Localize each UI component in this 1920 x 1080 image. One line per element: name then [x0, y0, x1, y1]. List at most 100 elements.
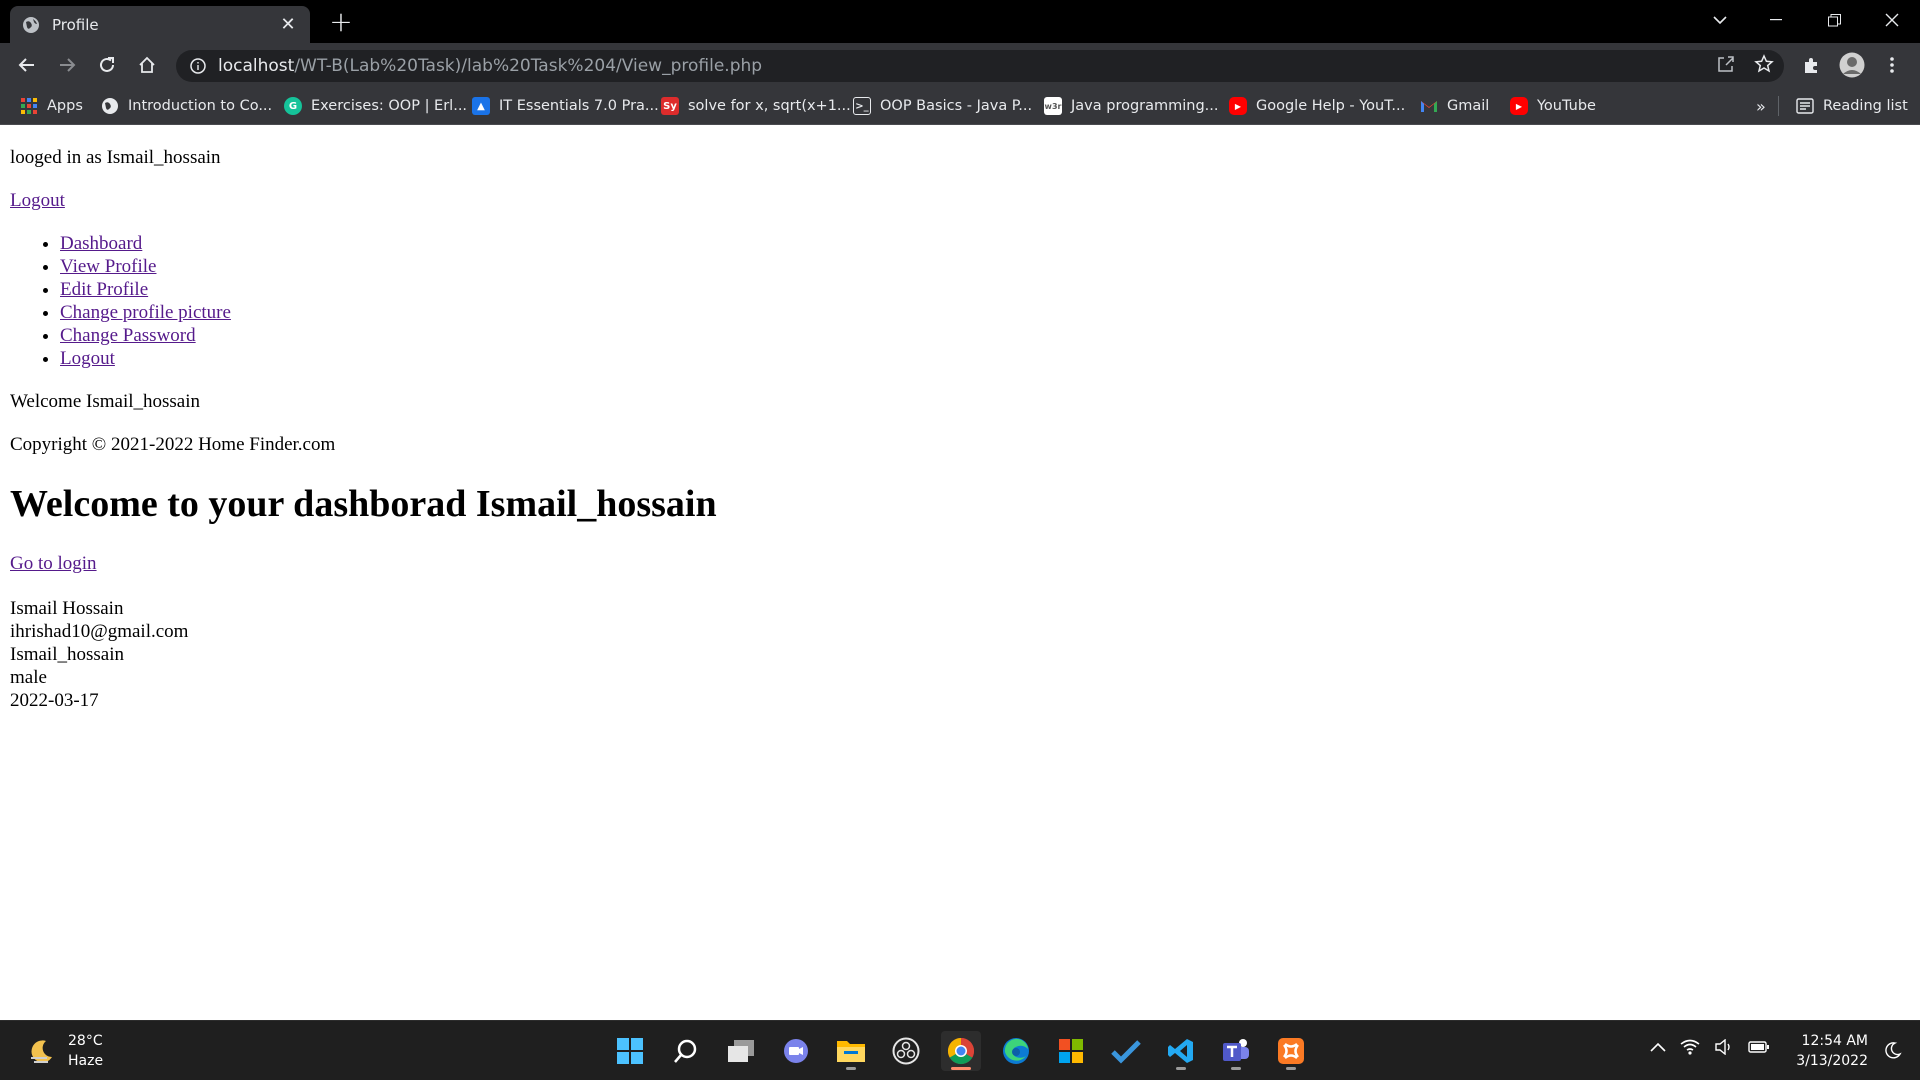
vscode-icon — [1168, 1039, 1193, 1063]
nav-item-view-profile: View Profile — [60, 255, 1910, 278]
profile-date: 2022-03-17 — [10, 690, 99, 711]
bookmarks-divider — [1778, 96, 1779, 116]
taskbar-search-button[interactable] — [666, 1031, 706, 1071]
volume-icon[interactable] — [1714, 1039, 1734, 1055]
teams-icon — [1223, 1039, 1249, 1061]
profile-gender: male — [10, 667, 47, 688]
nav-logout-link[interactable]: Logout — [60, 348, 115, 369]
bookmark-solve-for-x[interactable]: Sy solve for x, sqrt(x+1... — [661, 95, 851, 117]
tab-close-icon[interactable]: ✕ — [278, 14, 298, 35]
obs-button[interactable] — [886, 1031, 926, 1071]
forward-button[interactable] — [51, 49, 83, 81]
profile-username: Ismail_hossain — [10, 644, 124, 665]
home-icon — [139, 56, 155, 73]
moon-icon — [31, 1040, 52, 1063]
youtube-icon: ▶ — [1510, 97, 1528, 115]
edge-button[interactable] — [996, 1031, 1036, 1071]
bookmark-google-help[interactable]: ▶ Google Help - YouT... — [1229, 95, 1405, 117]
page-title: Welcome to your dashborad Ismail_hossain — [10, 483, 717, 525]
todo-button[interactable] — [1106, 1031, 1146, 1071]
profile-email: ihrishad10@gmail.com — [10, 621, 189, 642]
close-window-button[interactable] — [1864, 0, 1920, 40]
search-icon — [674, 1039, 697, 1063]
symbolab-icon: Sy — [661, 97, 679, 115]
doc-icon: ▲ — [472, 97, 490, 115]
task-view-button[interactable] — [721, 1031, 761, 1071]
avatar — [1839, 52, 1865, 78]
chrome-button[interactable] — [941, 1031, 981, 1071]
windows-logo-icon — [617, 1038, 643, 1064]
bookmark-introduction[interactable]: Introduction to Co... — [101, 95, 272, 117]
tab-profile[interactable]: Profile ✕ — [10, 6, 310, 43]
chat-icon — [784, 1039, 808, 1063]
star-icon[interactable] — [1754, 54, 1774, 74]
xampp-button[interactable] — [1271, 1031, 1311, 1071]
url-text[interactable]: localhost/WT-B(Lab%20Task)/lab%20Task%20… — [218, 56, 762, 76]
gmail-icon — [1420, 97, 1438, 115]
teams-button[interactable] — [1216, 1031, 1256, 1071]
logout-link[interactable]: Logout — [10, 190, 65, 211]
profile-avatar-button[interactable] — [1836, 49, 1868, 81]
globe-icon — [23, 16, 39, 33]
clock-time: 12:54 AM — [1801, 1033, 1868, 1049]
nav-item-change-password: Change Password — [60, 324, 1910, 347]
w3r-icon: w3r — [1044, 97, 1062, 115]
grammarly-icon: G — [284, 97, 302, 115]
profile-name: Ismail Hossain — [10, 598, 124, 619]
arrow-left-icon — [18, 58, 34, 72]
wifi-icon[interactable] — [1680, 1039, 1700, 1055]
profile-info: Ismail Hossain ihrishad10@gmail.com Isma… — [10, 597, 1910, 712]
back-button[interactable] — [11, 49, 43, 81]
apps-grid-icon — [20, 97, 38, 115]
browser-menu-button[interactable] — [1876, 49, 1908, 81]
bookmark-exercises-oop[interactable]: G Exercises: OOP | Erl... — [284, 95, 467, 117]
nav-list: Dashboard View Profile Edit Profile Chan… — [10, 232, 1910, 370]
teams-chat-button[interactable] — [776, 1031, 816, 1071]
bookmark-gmail[interactable]: Gmail — [1420, 95, 1489, 117]
browser-toolbar: localhost/WT-B(Lab%20Task)/lab%20Task%20… — [0, 43, 1920, 87]
change-password-link[interactable]: Change Password — [60, 325, 196, 346]
bookmarks-overflow-button[interactable]: » — [1756, 95, 1766, 117]
xampp-icon — [1278, 1038, 1304, 1064]
weather-widget[interactable]: 28°C Haze — [28, 1031, 103, 1071]
bookmark-apps[interactable]: Apps — [20, 95, 83, 117]
change-profile-picture-link[interactable]: Change profile picture — [60, 302, 231, 323]
microsoft-store-button[interactable] — [1051, 1031, 1091, 1071]
reload-button[interactable] — [91, 49, 123, 81]
notification-button[interactable] — [1884, 1041, 1902, 1063]
minimize-icon — [1770, 19, 1782, 21]
clock[interactable]: 12:54 AM 3/13/2022 — [1796, 1031, 1868, 1071]
address-bar[interactable]: localhost/WT-B(Lab%20Task)/lab%20Task%20… — [176, 50, 1784, 82]
minimize-button[interactable] — [1748, 0, 1804, 40]
chevron-up-icon[interactable] — [1650, 1042, 1666, 1052]
edit-profile-link[interactable]: Edit Profile — [60, 279, 148, 300]
battery-icon[interactable] — [1748, 1040, 1770, 1054]
file-explorer-button[interactable] — [831, 1031, 871, 1071]
bookmark-oop-basics[interactable]: >_ OOP Basics - Java P... — [853, 95, 1032, 117]
nav-item-dashboard: Dashboard — [60, 232, 1910, 255]
running-indicator — [1231, 1067, 1241, 1070]
view-profile-link[interactable]: View Profile — [60, 256, 156, 277]
info-icon[interactable] — [190, 58, 206, 74]
go-to-login-link[interactable]: Go to login — [10, 553, 97, 574]
weather-condition: Haze — [68, 1053, 104, 1069]
extensions-button[interactable] — [1796, 49, 1828, 81]
bookmark-it-essentials[interactable]: ▲ IT Essentials 7.0 Pra... — [472, 95, 659, 117]
start-button[interactable] — [610, 1031, 650, 1071]
share-icon[interactable] — [1716, 54, 1736, 74]
store-icon — [1059, 1039, 1083, 1063]
reading-list-button[interactable]: Reading list — [1796, 95, 1908, 117]
home-button[interactable] — [131, 49, 163, 81]
tab-strip: Profile ✕ + — [0, 0, 1920, 43]
bookmark-youtube[interactable]: ▶ YouTube — [1510, 95, 1596, 117]
more-vertical-icon — [1890, 57, 1894, 73]
tab-search-button[interactable] — [1692, 0, 1748, 40]
restore-button[interactable] — [1806, 0, 1862, 40]
vscode-button[interactable] — [1161, 1031, 1201, 1071]
running-indicator — [846, 1067, 856, 1070]
puzzle-icon — [1805, 58, 1817, 73]
dashboard-link[interactable]: Dashboard — [60, 233, 142, 254]
obs-icon — [892, 1037, 920, 1065]
bookmark-java-programming[interactable]: w3r Java programming... — [1044, 95, 1219, 117]
new-tab-button[interactable]: + — [325, 6, 357, 38]
